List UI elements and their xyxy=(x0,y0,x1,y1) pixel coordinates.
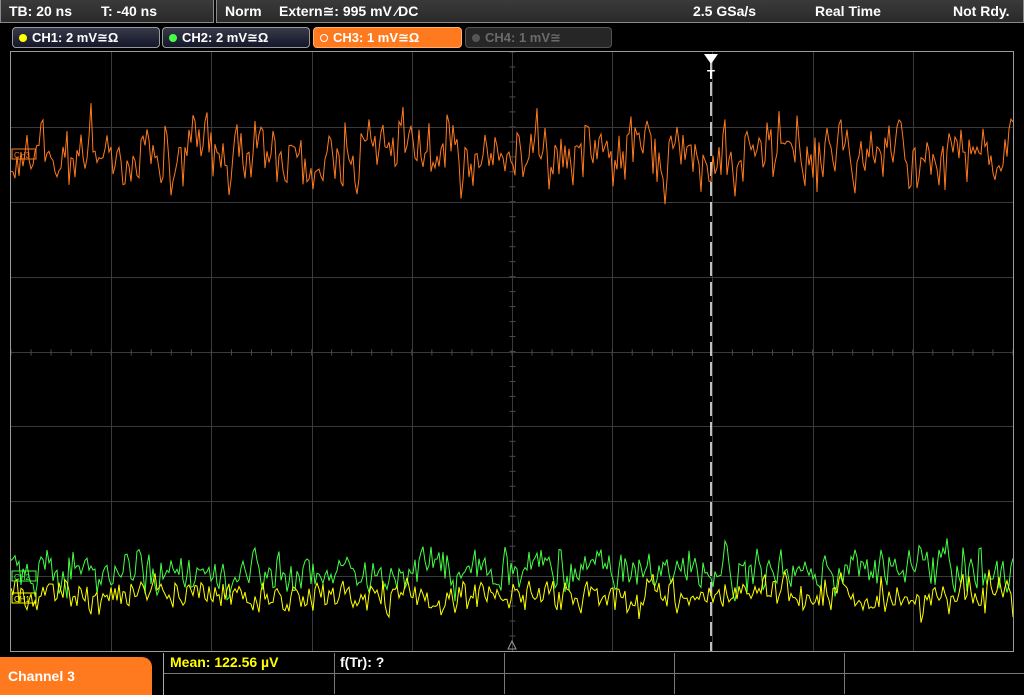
tab-ch3[interactable]: CH3: 1 mV≅Ω xyxy=(313,27,462,48)
tab-ch1-label: CH1: 2 mV≅Ω xyxy=(32,30,119,45)
trigger-panel[interactable]: Norm Extern≅: 995 mV ⁄DC 2.5 GSa/s Real … xyxy=(216,0,1024,23)
measurement-row: Mean: 122.56 µV f(Tr): ? xyxy=(164,653,1024,674)
measurement-cell-empty[interactable] xyxy=(674,653,845,673)
tab-ch3-label: CH3: 1 mV≅Ω xyxy=(333,30,420,45)
tab-ch4[interactable]: CH4: 1 mV≅ xyxy=(465,27,612,48)
measurement-cell-empty[interactable] xyxy=(504,653,675,673)
ch4-color-dot xyxy=(472,34,480,42)
ftr-readout: f(Tr): ? xyxy=(340,654,385,670)
ch3-offset-marker[interactable]: CH3 xyxy=(11,148,37,160)
measurement-cell-mean[interactable]: Mean: 122.56 µV xyxy=(164,653,335,673)
timebase-readout[interactable]: TB: 20 ns xyxy=(9,0,72,22)
measurement-row xyxy=(164,674,1024,694)
graticule xyxy=(11,52,1013,651)
trigger-mode-readout[interactable]: Norm xyxy=(225,0,262,22)
measurement-cell-empty[interactable] xyxy=(674,674,845,694)
trigger-arrow-icon[interactable] xyxy=(704,54,718,64)
measurement-cell-empty[interactable] xyxy=(844,674,1024,694)
timebase-panel[interactable]: TB: 20 ns T: -40 ns xyxy=(0,0,214,23)
ch1-marker-label: CH1 xyxy=(14,595,31,604)
sample-rate-readout[interactable]: 2.5 GSa/s xyxy=(693,0,756,22)
ch3-color-dot xyxy=(320,34,328,42)
trigger-time-readout[interactable]: T: -40 ns xyxy=(101,0,157,22)
acquisition-mode-readout[interactable]: Real Time xyxy=(815,0,881,22)
measurement-table: Mean: 122.56 µV f(Tr): ? xyxy=(163,653,1024,695)
measurement-cell-empty[interactable] xyxy=(504,674,675,694)
measurement-cell-ftr[interactable]: f(Tr): ? xyxy=(334,653,505,673)
tab-ch2-label: CH2: 2 mV≅Ω xyxy=(182,30,269,45)
ch2-marker-label: CH2 xyxy=(14,573,31,582)
tab-ch1[interactable]: CH1: 2 mV≅Ω xyxy=(12,27,160,48)
channel-menu-button[interactable]: Channel 3 xyxy=(0,657,152,695)
bottom-bar: Channel 3 Mean: 122.56 µV f(Tr): ? xyxy=(0,653,1024,695)
mean-readout: Mean: 122.56 µV xyxy=(170,654,279,670)
tab-ch2[interactable]: CH2: 2 mV≅Ω xyxy=(162,27,310,48)
trigger-marker-label: T xyxy=(707,67,715,82)
waveform-display[interactable]: T CH3 CH2 CH1 xyxy=(10,51,1014,652)
acquisition-state-readout: Not Rdy. xyxy=(953,3,1010,19)
tab-ch4-label: CH4: 1 mV≅ xyxy=(485,30,561,45)
channel-tabs: CH1: 2 mV≅Ω CH2: 2 mV≅Ω CH3: 1 mV≅Ω CH4:… xyxy=(0,24,1024,49)
ch3-marker-label: CH3 xyxy=(14,151,31,160)
status-bar: TB: 20 ns T: -40 ns Norm Extern≅: 995 mV… xyxy=(0,0,1024,23)
measurement-cell-empty[interactable] xyxy=(334,674,505,694)
ch2-color-dot xyxy=(169,34,177,42)
measurement-cell-empty[interactable] xyxy=(164,674,335,694)
ch1-color-dot xyxy=(19,34,27,42)
waveform-canvas[interactable]: T CH3 CH2 CH1 xyxy=(11,52,1013,651)
trigger-source-readout[interactable]: Extern≅: 995 mV ⁄DC xyxy=(279,0,418,22)
measurement-cell-empty[interactable] xyxy=(844,653,1024,673)
